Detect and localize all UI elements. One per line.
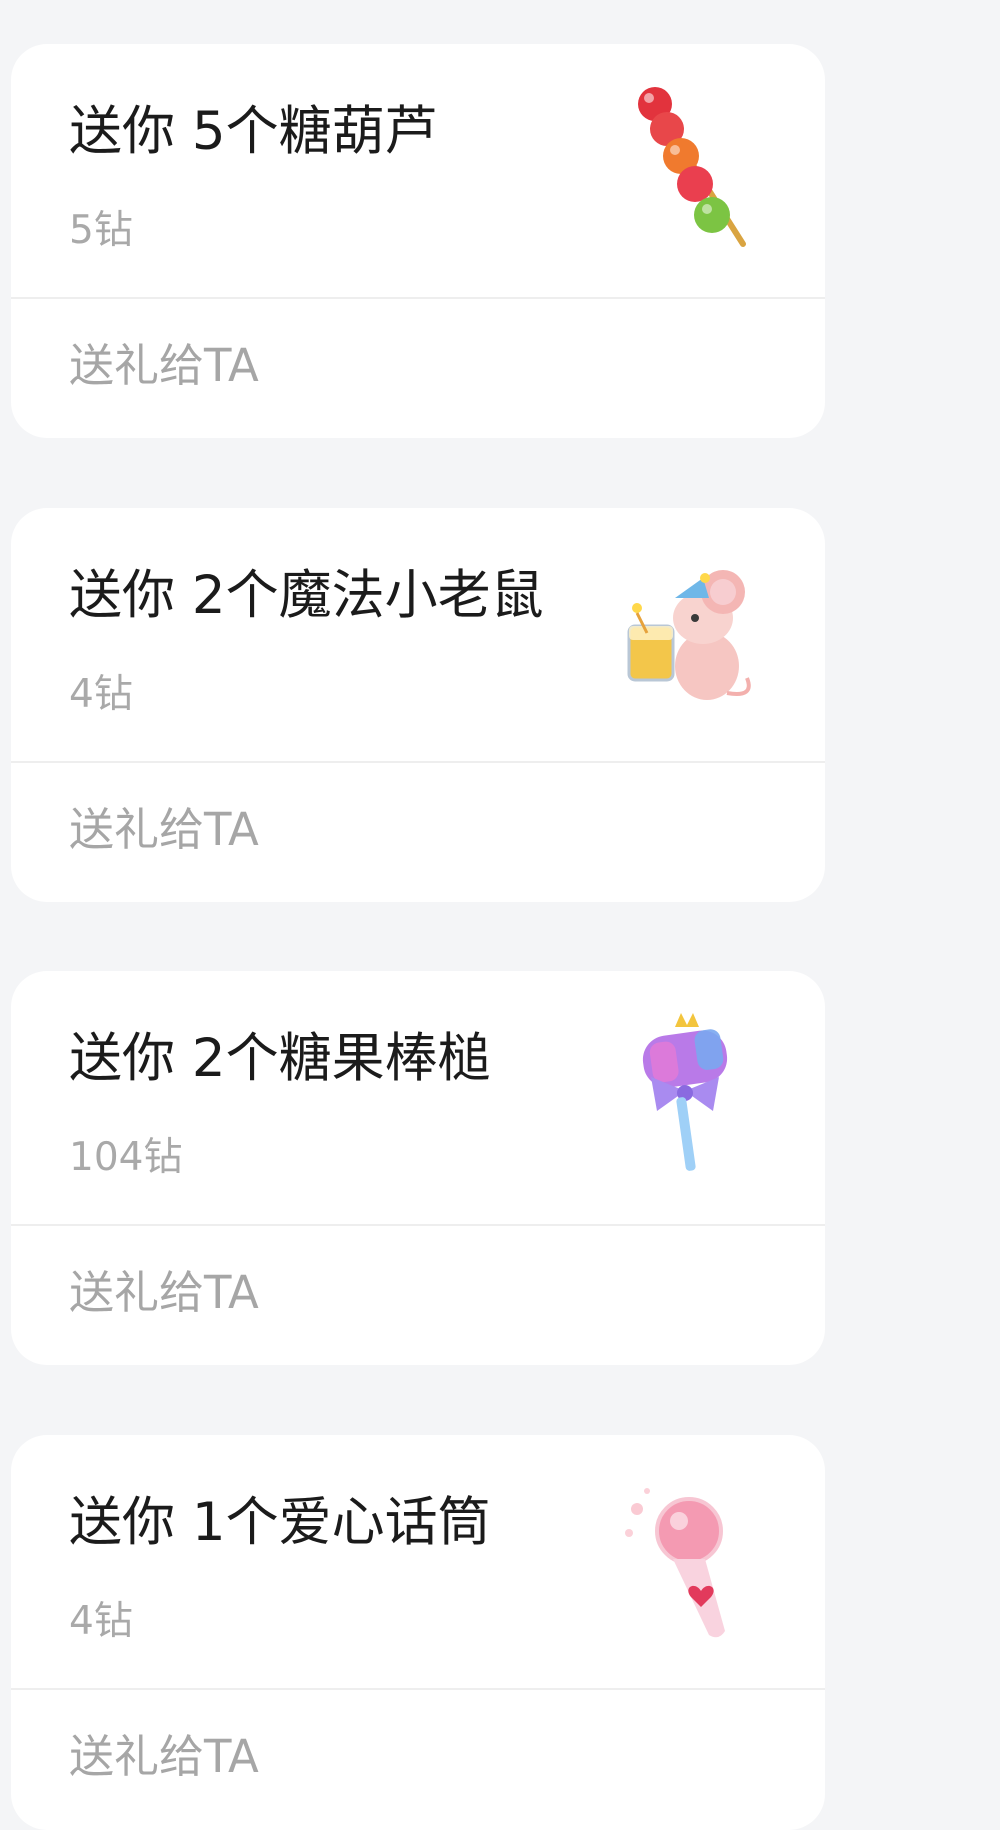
candied-haws-icon: [638, 87, 746, 247]
candy-wand-icon: [642, 1013, 728, 1171]
gift-price: 5钻: [69, 208, 133, 253]
gift-price: 4钻: [69, 1599, 133, 1644]
gift-title: 送你 1个爱心话筒: [69, 1492, 491, 1553]
send-gift-button[interactable]: 送礼给TA: [11, 1690, 825, 1829]
gift-title: 送你 2个魔法小老鼠: [69, 565, 544, 626]
send-gift-label: 送礼给TA: [69, 803, 259, 856]
gift-card: 送你 2个糖果棒槌 104钻 送礼给TA: [11, 971, 825, 1365]
send-gift-button[interactable]: 送礼给TA: [11, 763, 825, 902]
send-gift-label: 送礼给TA: [69, 339, 259, 392]
gift-card: 送你 2个魔法小老鼠 4钻 送礼给TA: [11, 508, 825, 902]
magic-mouse-icon: [627, 570, 751, 700]
send-gift-label: 送礼给TA: [69, 1266, 259, 1319]
heart-microphone-icon: [625, 1488, 725, 1638]
gift-card-info: 送你 2个魔法小老鼠 4钻: [11, 508, 825, 761]
gift-card-info: 送你 1个爱心话筒 4钻: [11, 1435, 825, 1688]
gift-card-info: 送你 5个糖葫芦 5钻: [11, 44, 825, 297]
send-gift-label: 送礼给TA: [69, 1730, 259, 1783]
gift-card: 送你 1个爱心话筒 4钻 送礼给TA: [11, 1435, 825, 1830]
gift-title: 送你 5个糖葫芦: [69, 101, 438, 162]
send-gift-button[interactable]: 送礼给TA: [11, 299, 825, 438]
gift-card-info: 送你 2个糖果棒槌 104钻: [11, 971, 825, 1224]
gift-title: 送你 2个糖果棒槌: [69, 1028, 491, 1089]
gift-price: 4钻: [69, 672, 133, 717]
gift-card: 送你 5个糖葫芦 5钻 送礼给TA: [11, 44, 825, 438]
gift-price: 104钻: [69, 1135, 183, 1180]
send-gift-button[interactable]: 送礼给TA: [11, 1226, 825, 1365]
